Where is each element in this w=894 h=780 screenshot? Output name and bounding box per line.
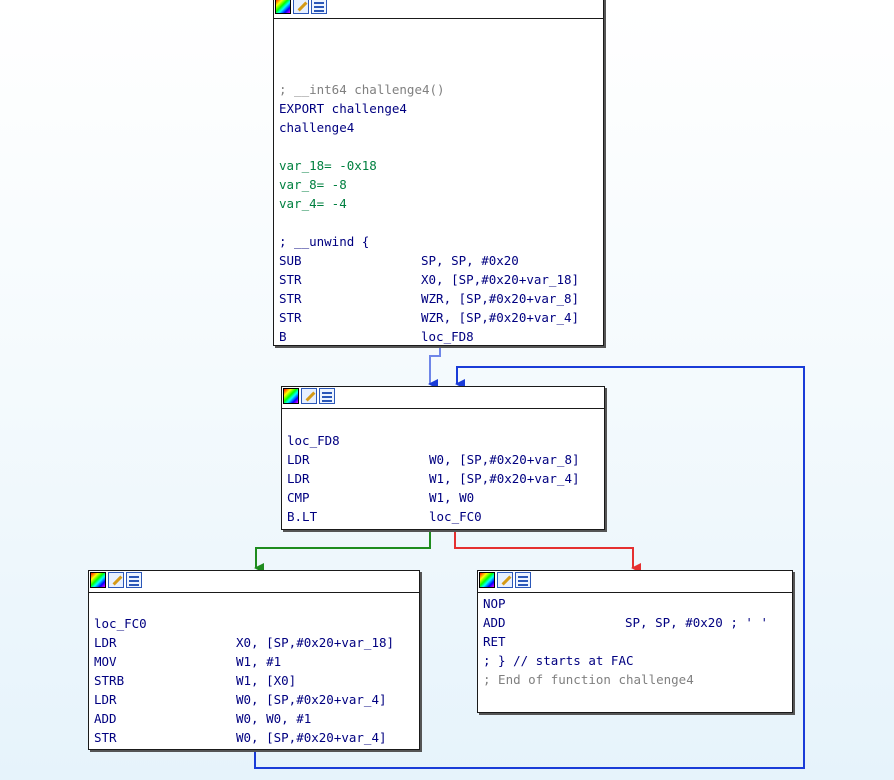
mnemonic: STR [279,291,302,306]
instruction-row[interactable]: LDR W1, [SP,#0x20+var_4] [287,469,598,488]
function-signature-comment: ; __int64 challenge4() [279,82,445,97]
mnemonic: STR [279,310,302,325]
instruction-row[interactable]: MOV W1, #1 [94,652,413,671]
code-block-entry[interactable]: ; __int64 challenge4() EXPORT challenge4… [273,0,604,346]
mnemonic: B.LT [287,509,318,524]
mnemonic: LDR [287,452,310,467]
edge-entry-to-loc-fd8 [428,346,441,389]
edge-true-to-loc-fc0 [254,530,431,573]
instruction-row[interactable]: SUB SP, SP, #0x20 [279,251,597,270]
operands: X0, [SP,#0x20+var_18] [421,272,580,287]
operands: SP, SP, #0x20 ; ' ' [625,615,768,630]
operands: W0, [SP,#0x20+var_4] [236,692,387,707]
block-titlebar [282,387,604,409]
operands: X0, [SP,#0x20+var_18] [236,635,395,650]
instruction-row[interactable]: NOP [483,594,786,613]
mnemonic: STRB [94,673,125,688]
block-titlebar [274,0,603,19]
mnemonic: LDR [287,471,310,486]
instruction-row[interactable]: B.LT loc_FC0 [287,507,598,526]
operands: W1, #1 [236,654,282,669]
mnemonic: ADD [483,615,506,630]
block-titlebar [478,571,792,593]
edit-node-icon[interactable] [301,388,317,404]
block-titlebar [89,571,419,593]
mnemonic: RET [483,634,506,649]
instruction-row[interactable]: STR WZR, [SP,#0x20+var_8] [279,289,597,308]
graph-view-icon[interactable] [311,0,327,14]
instruction-row[interactable]: STR W0, [SP,#0x20+var_4] [94,728,413,747]
mnemonic: NOP [483,596,506,611]
operands: W1, [X0] [236,673,297,688]
instruction-row[interactable]: STR WZR, [SP,#0x20+var_4] [279,308,597,327]
export-directive[interactable]: EXPORT challenge4 [279,99,597,118]
unwind-comment: ; __unwind { [279,234,370,249]
instruction-row[interactable]: ADD SP, SP, #0x20 ; ' ' [483,613,786,632]
graph-view-icon[interactable] [319,388,335,404]
function-name-label[interactable]: challenge4 [279,118,597,137]
operands: W0, W0, #1 [236,711,312,726]
var-declaration[interactable]: var_4= -4 [279,194,597,213]
graph-view-icon[interactable] [515,572,531,588]
mnemonic: ADD [94,711,117,726]
operands: W1, W0 [429,490,475,505]
mnemonic: MOV [94,654,117,669]
mnemonic: CMP [287,490,310,505]
var-declaration[interactable]: var_8= -8 [279,175,597,194]
code-block-loc-fc0[interactable]: loc_FC0 LDR X0, [SP,#0x20+var_18] MOV W1, … [88,570,420,750]
operands: SP, SP, #0x20 [421,253,519,268]
mnemonic: STR [279,272,302,287]
instruction-row[interactable]: RET [483,632,786,651]
edit-node-icon[interactable] [293,0,309,14]
mnemonic: LDR [94,692,117,707]
block-label[interactable]: loc_FC0 [94,614,413,633]
color-palette-icon[interactable] [275,0,291,14]
block-label[interactable]: loc_FD8 [287,431,598,450]
edit-node-icon[interactable] [108,572,124,588]
instruction-row[interactable]: STR X0, [SP,#0x20+var_18] [279,270,597,289]
operands: W0, [SP,#0x20+var_4] [236,730,387,745]
code-block-exit[interactable]: NOP ADD SP, SP, #0x20 ; ' ' RET ; } // st… [477,570,793,713]
instruction-row[interactable]: Bloc_FD8 [279,327,597,346]
unwind-end-comment: ; } // starts at FAC [483,653,634,668]
operands: WZR, [SP,#0x20+var_8] [421,291,580,306]
end-of-function-comment: ; End of function challenge4 [483,672,694,687]
operands: loc_FD8 [421,329,474,344]
color-palette-icon[interactable] [90,572,106,588]
instruction-row[interactable]: LDR W0, [SP,#0x20+var_4] [94,690,413,709]
instruction-row[interactable]: CMP W1, W0 [287,488,598,507]
code-block-loc-fd8[interactable]: loc_FD8 LDR W0, [SP,#0x20+var_8] LDR W1, [… [281,386,605,530]
operands: loc_FC0 [429,509,482,524]
operands: W1, [SP,#0x20+var_4] [429,471,580,486]
instruction-row[interactable]: LDR W0, [SP,#0x20+var_8] [287,450,598,469]
var-declaration[interactable]: var_18= -0x18 [279,156,597,175]
edge-false-to-exit [454,530,641,573]
mnemonic: STR [94,730,117,745]
operands: W0, [SP,#0x20+var_8] [429,452,580,467]
mnemonic: SUB [279,253,302,268]
instruction-row[interactable]: LDR X0, [SP,#0x20+var_18] [94,633,413,652]
color-palette-icon[interactable] [283,388,299,404]
edit-node-icon[interactable] [497,572,513,588]
color-palette-icon[interactable] [479,572,495,588]
operands: WZR, [SP,#0x20+var_4] [421,310,580,325]
mnemonic: LDR [94,635,117,650]
graph-view-icon[interactable] [126,572,142,588]
instruction-row[interactable]: ADD W0, W0, #1 [94,709,413,728]
mnemonic: B [279,329,287,344]
instruction-row[interactable]: STRB W1, [X0] [94,671,413,690]
